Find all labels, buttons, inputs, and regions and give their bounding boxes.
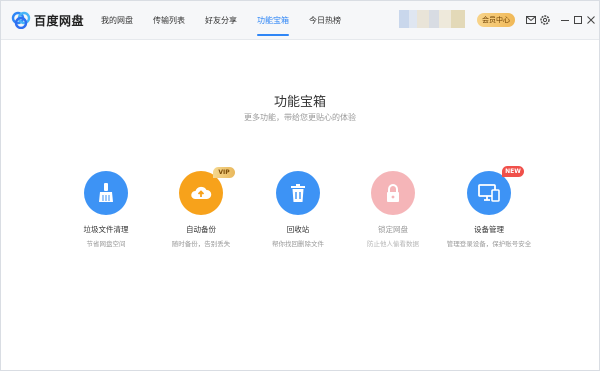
nav-tab-friend-share[interactable]: 好友分享 (195, 1, 247, 40)
vip-badge: VIP (213, 167, 235, 178)
page-title: 功能宝箱 (273, 95, 326, 110)
settings-icon[interactable] (539, 14, 551, 26)
nav-tab-toolbox[interactable]: 功能宝箱 (247, 1, 299, 40)
close-icon[interactable] (585, 14, 597, 26)
broom-icon (84, 171, 128, 215)
mail-icon[interactable] (525, 14, 537, 26)
trash-icon (276, 171, 320, 215)
new-badge: NEW (502, 166, 524, 177)
minimize-icon[interactable] (559, 14, 571, 26)
nav-tab-my-disk[interactable]: 我的网盘 (91, 1, 143, 40)
title-bar: 百度网盘 我的网盘 传输列表 好友分享 功能宝箱 今日热榜 会员中心 (1, 1, 599, 40)
tool-name: 设备管理 (474, 225, 504, 234)
tool-desc: 帮你找回删除文件 (272, 240, 324, 248)
tool-name: 回收站 (286, 225, 310, 234)
nav-tab-today-hot[interactable]: 今日热榜 (299, 1, 351, 40)
page-subtitle: 更多功能，带给您更贴心的体验 (244, 113, 356, 122)
tool-name: 锁定网盘 (378, 225, 408, 234)
tool-auto-backup[interactable]: VIP 自动备份 随时备份，告别丢失 (156, 167, 246, 248)
maximize-icon[interactable] (572, 14, 584, 26)
tool-desc: 防止他人偷看数据 (367, 240, 419, 248)
tool-lock-disk[interactable]: 锁定网盘 防止他人偷看数据 (348, 171, 438, 248)
app-title: 百度网盘 (34, 14, 85, 28)
vip-center-button[interactable]: 会员中心 (477, 13, 515, 27)
app-window: 百度网盘 我的网盘 传输列表 好友分享 功能宝箱 今日热榜 会员中心 功能宝箱 … (0, 0, 600, 371)
user-avatar-blurred[interactable] (399, 10, 465, 28)
tool-junk-cleanup[interactable]: 垃圾文件清理 节省网盘空间 (61, 171, 151, 248)
main-nav: 我的网盘 传输列表 好友分享 功能宝箱 今日热榜 (91, 1, 351, 40)
tool-name: 自动备份 (186, 225, 216, 234)
baidu-netdisk-logo-icon[interactable] (11, 11, 31, 29)
tool-desc: 随时备份，告别丢失 (171, 240, 231, 248)
tool-recycle-bin[interactable]: 回收站 帮你找回删除文件 (253, 171, 343, 248)
tool-desc: 管理登录设备，保护账号安全 (446, 240, 532, 248)
nav-tab-transfer-list[interactable]: 传输列表 (143, 1, 195, 40)
lock-icon (371, 171, 415, 215)
tool-name: 垃圾文件清理 (83, 225, 129, 234)
tool-device-management[interactable]: NEW 设备管理 管理登录设备，保护账号安全 (444, 166, 534, 248)
devices-icon (467, 171, 511, 215)
tool-desc: 节省网盘空间 (86, 240, 126, 248)
